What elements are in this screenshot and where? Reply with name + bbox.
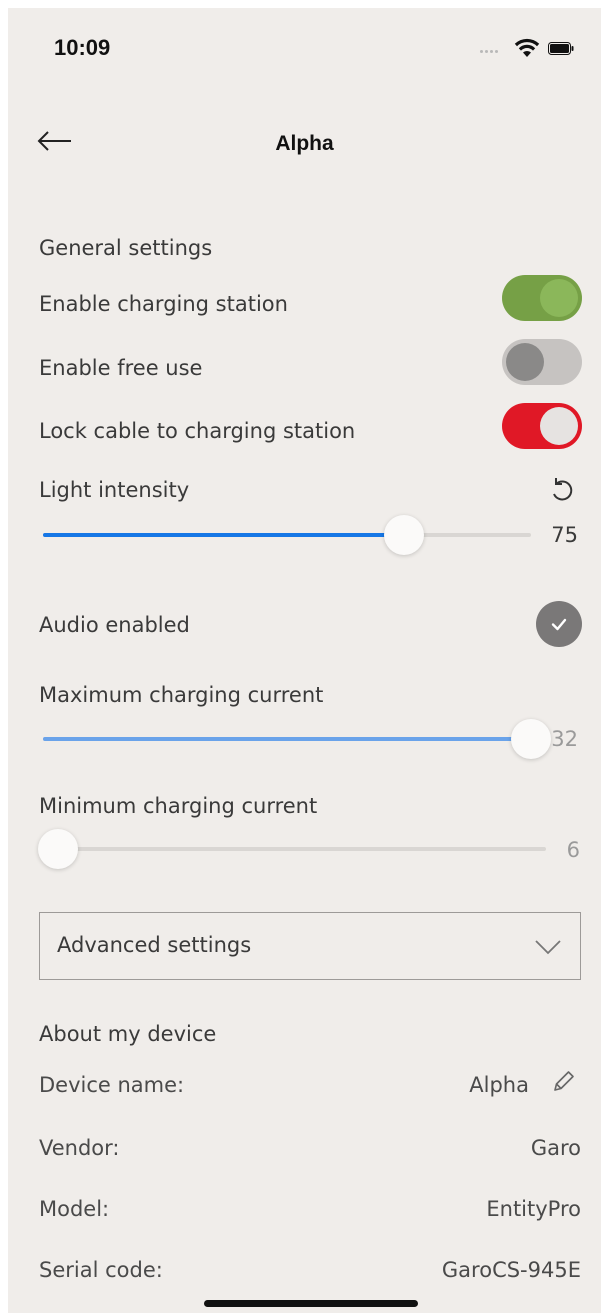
min-current-slider-thumb[interactable]: [38, 829, 78, 869]
min-current-slider-track[interactable]: [43, 847, 546, 851]
serial-code-value: GaroCS-945E: [441, 1258, 581, 1282]
enable-charging-toggle[interactable]: [502, 275, 582, 321]
device-name-label: Device name:: [39, 1073, 185, 1097]
advanced-settings-label: Advanced settings: [57, 933, 252, 957]
home-indicator: [204, 1300, 418, 1307]
light-intensity-slider-fill: [43, 533, 404, 537]
battery-icon: [548, 42, 574, 55]
settings-screen: 10:09 Alpha General settings Enable char…: [8, 8, 601, 1313]
min-current-label: Minimum charging current: [39, 794, 318, 818]
toggle-knob: [506, 343, 544, 381]
max-current-slider-track[interactable]: [43, 737, 531, 741]
wifi-icon: [514, 38, 540, 57]
lock-cable-label: Lock cable to charging station: [39, 419, 356, 443]
page-title: Alpha: [275, 132, 334, 155]
light-intensity-label: Light intensity: [39, 478, 190, 502]
light-intensity-slider-track[interactable]: [43, 533, 531, 537]
about-device-title: About my device: [39, 1022, 217, 1046]
advanced-settings-dropdown[interactable]: Advanced settings: [39, 912, 581, 980]
max-current-label: Maximum charging current: [39, 683, 324, 707]
max-current-value: 32: [551, 727, 578, 751]
status-time: 10:09: [54, 35, 111, 60]
reset-icon[interactable]: [547, 475, 577, 505]
toggle-knob: [540, 407, 578, 445]
enable-free-use-toggle[interactable]: [502, 339, 582, 385]
min-current-value: 6: [566, 838, 580, 862]
light-intensity-slider-thumb[interactable]: [384, 515, 424, 555]
light-intensity-value: 75: [551, 523, 578, 547]
vendor-label: Vendor:: [39, 1136, 120, 1160]
vendor-value: Garo: [530, 1136, 581, 1160]
toggle-knob: [540, 279, 578, 317]
enable-free-use-label: Enable free use: [39, 356, 203, 380]
check-icon: [551, 618, 567, 631]
serial-code-label: Serial code:: [39, 1258, 163, 1282]
chevron-down-icon: [535, 940, 561, 955]
signal-dots-icon: [480, 50, 502, 54]
pencil-icon[interactable]: [549, 1068, 577, 1096]
lock-cable-toggle[interactable]: [502, 403, 582, 449]
max-current-slider-fill: [43, 737, 531, 741]
enable-charging-label: Enable charging station: [39, 292, 288, 316]
device-name-value: Alpha: [469, 1073, 529, 1097]
model-label: Model:: [39, 1197, 110, 1221]
model-value: EntityPro: [486, 1197, 581, 1221]
audio-enabled-label: Audio enabled: [39, 613, 190, 637]
audio-enabled-checkbox[interactable]: [536, 601, 582, 647]
general-settings-title: General settings: [39, 236, 213, 260]
